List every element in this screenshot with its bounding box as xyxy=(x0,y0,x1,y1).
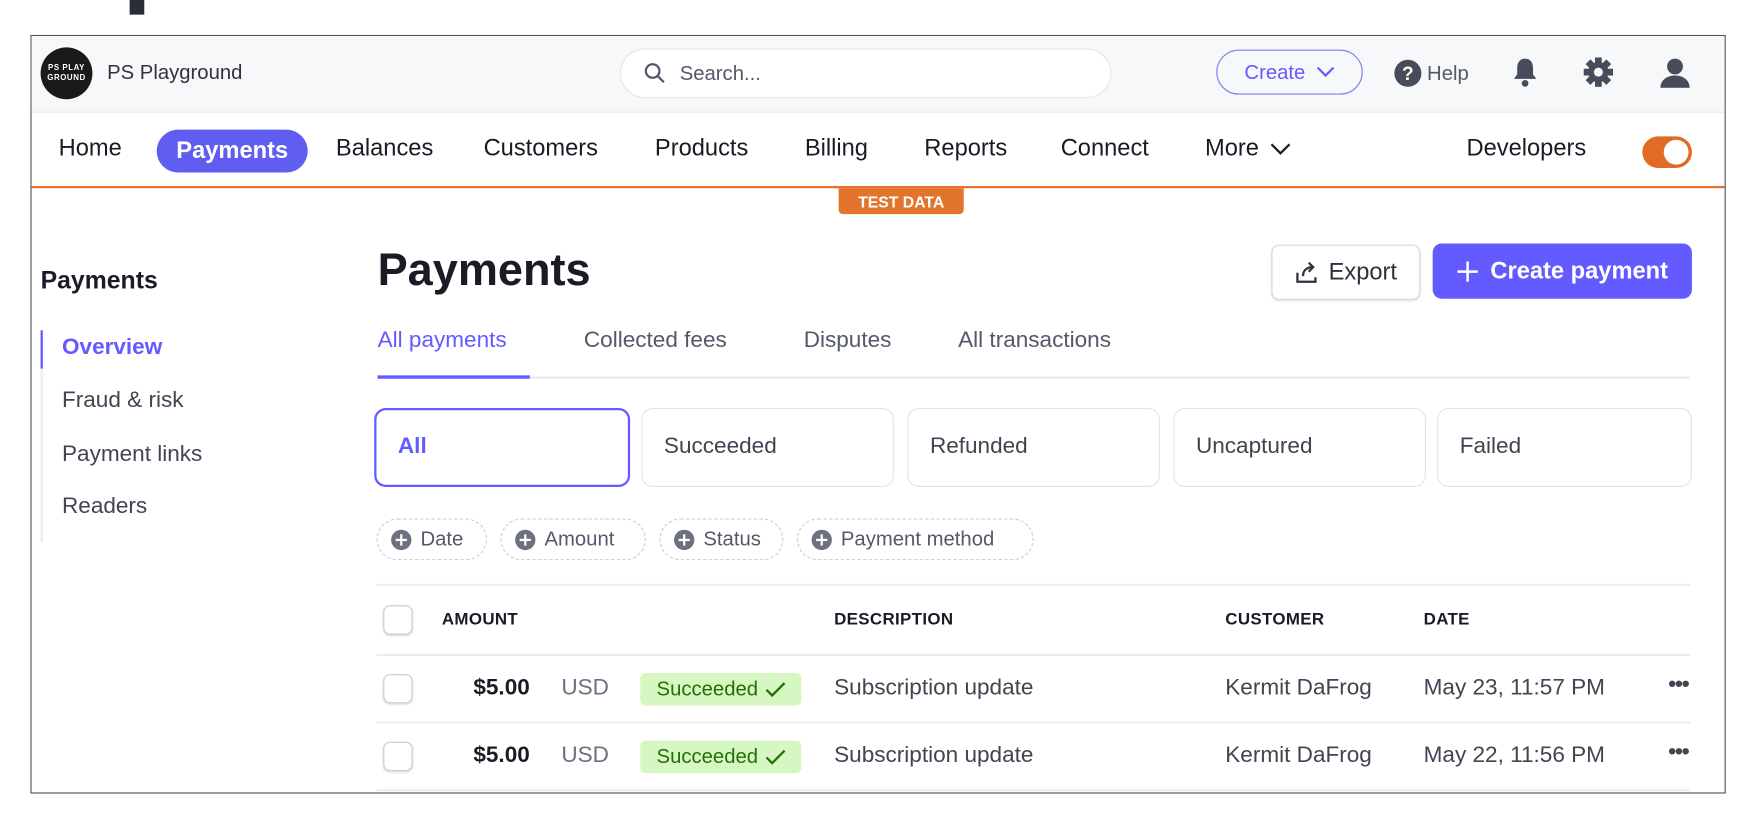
nav-products[interactable]: Products xyxy=(655,135,748,162)
row-date: May 22, 11:56 PM xyxy=(1423,742,1605,768)
filter-label: Date xyxy=(420,527,464,551)
tab-all-transactions[interactable]: All transactions xyxy=(958,328,1111,354)
sidebar-active-indicator xyxy=(40,330,43,369)
tab-collected-fees[interactable]: Collected fees xyxy=(584,328,727,354)
row-customer[interactable]: Kermit DaFrog xyxy=(1225,675,1372,701)
row-description: Subscription update xyxy=(834,742,1034,768)
create-payment-button[interactable]: Create payment xyxy=(1432,243,1692,299)
chevron-down-icon xyxy=(1270,142,1291,155)
plus-circle-icon xyxy=(391,529,412,550)
row-customer[interactable]: Kermit DaFrog xyxy=(1225,743,1372,769)
filter-amount[interactable]: Amount xyxy=(500,518,646,561)
window-edge-mark xyxy=(129,0,145,15)
search-placeholder: Search... xyxy=(679,61,761,85)
select-all-checkbox[interactable] xyxy=(383,605,413,635)
plus-circle-icon xyxy=(515,529,536,550)
status-label: Succeeded xyxy=(656,677,759,700)
help-icon: ? xyxy=(1394,59,1422,87)
row-amount: $5.00 xyxy=(473,675,530,700)
svg-text:?: ? xyxy=(1402,64,1414,85)
divider xyxy=(376,653,1691,657)
nav-more-label: More xyxy=(1204,135,1259,162)
search-icon xyxy=(644,63,665,84)
row-date: May 23, 11:57 PM xyxy=(1423,675,1605,700)
gear-icon[interactable] xyxy=(1583,56,1615,88)
check-icon xyxy=(765,681,785,697)
sidebar-item-readers[interactable]: Readers xyxy=(62,494,147,520)
nav-more[interactable]: More xyxy=(1205,135,1291,162)
app-window: PS PLAY GROUND PS Playground Search... Cr… xyxy=(30,34,1726,794)
sidebar-title: Payments xyxy=(40,266,158,295)
row-currency: USD xyxy=(561,675,609,700)
nav-home[interactable]: Home xyxy=(59,135,122,162)
status-label: Succeeded xyxy=(656,745,759,768)
account-name[interactable]: PS Playground xyxy=(107,61,242,85)
status-card-refunded[interactable]: Refunded xyxy=(907,408,1160,487)
user-icon[interactable] xyxy=(1659,56,1691,88)
nav-customers[interactable]: Customers xyxy=(484,135,598,162)
bell-icon[interactable] xyxy=(1512,56,1539,88)
top-bar: PS PLAY GROUND PS Playground Search... Cr… xyxy=(31,36,1725,113)
nav-balances[interactable]: Balances xyxy=(336,135,433,162)
main-nav: Home Payments Balances Customers Product… xyxy=(31,112,1725,189)
create-label: Create xyxy=(1244,60,1306,83)
nav-reports[interactable]: Reports xyxy=(924,135,1007,162)
status-card-failed[interactable]: Failed xyxy=(1437,408,1692,487)
tab-all-payments[interactable]: All payments xyxy=(378,328,507,354)
row-description: Subscription update xyxy=(834,675,1034,700)
check-icon xyxy=(765,749,785,765)
search-input[interactable]: Search... xyxy=(619,48,1112,99)
filter-date[interactable]: Date xyxy=(376,518,487,561)
test-data-badge: TEST DATA xyxy=(838,188,964,215)
row-amount: $5.00 xyxy=(473,742,530,768)
more-actions-icon[interactable]: ••• xyxy=(1668,672,1689,698)
nav-payments[interactable]: Payments xyxy=(156,129,308,173)
tabs-divider xyxy=(377,376,1690,379)
row-checkbox[interactable] xyxy=(383,741,413,772)
plus-icon xyxy=(1457,260,1479,282)
active-tab-underline xyxy=(377,375,530,379)
filter-label: Amount xyxy=(544,527,615,551)
column-header-customer[interactable]: CUSTOMER xyxy=(1225,610,1324,629)
status-card-all[interactable]: All xyxy=(374,408,631,487)
tab-disputes[interactable]: Disputes xyxy=(804,328,892,354)
row-currency: USD xyxy=(561,742,609,768)
sidebar-item-fraud-risk[interactable]: Fraud & risk xyxy=(62,388,184,414)
sidebar-item-overview[interactable]: Overview xyxy=(62,335,162,361)
status-card-succeeded[interactable]: Succeeded xyxy=(641,408,894,487)
plus-circle-icon xyxy=(674,529,695,550)
more-actions-icon[interactable]: ••• xyxy=(1668,739,1689,765)
export-button[interactable]: Export xyxy=(1271,244,1421,300)
filter-label: Status xyxy=(703,527,761,551)
nav-billing[interactable]: Billing xyxy=(805,135,868,162)
column-header-amount[interactable]: AMOUNT xyxy=(442,610,518,629)
plus-circle-icon xyxy=(811,529,832,550)
account-logo[interactable]: PS PLAY GROUND xyxy=(40,47,93,100)
chevron-down-icon xyxy=(1316,66,1335,78)
status-card-uncaptured[interactable]: Uncaptured xyxy=(1173,408,1426,487)
filter-label: Payment method xyxy=(840,527,995,551)
sidebar-item-payment-links[interactable]: Payment links xyxy=(62,442,202,468)
nav-connect[interactable]: Connect xyxy=(1061,135,1149,162)
create-button[interactable]: Create xyxy=(1216,49,1363,95)
filter-status[interactable]: Status xyxy=(659,518,784,561)
column-header-date[interactable]: DATE xyxy=(1424,610,1470,629)
status-badge: Succeeded xyxy=(640,672,802,706)
row-checkbox[interactable] xyxy=(383,674,413,704)
help-label: Help xyxy=(1427,61,1469,84)
status-badge: Succeeded xyxy=(640,740,802,774)
help-button[interactable]: ? Help xyxy=(1393,59,1469,88)
test-mode-toggle[interactable] xyxy=(1642,136,1692,168)
column-header-description[interactable]: DESCRIPTION xyxy=(834,610,953,629)
export-label: Export xyxy=(1328,258,1397,285)
divider xyxy=(376,583,1691,587)
export-icon xyxy=(1295,261,1317,283)
create-payment-label: Create payment xyxy=(1490,257,1669,284)
filter-payment-method[interactable]: Payment method xyxy=(796,518,1034,561)
page-title: Payments xyxy=(377,245,591,296)
divider xyxy=(376,789,1691,792)
developers-link[interactable]: Developers xyxy=(1466,135,1586,162)
divider xyxy=(376,721,1691,724)
